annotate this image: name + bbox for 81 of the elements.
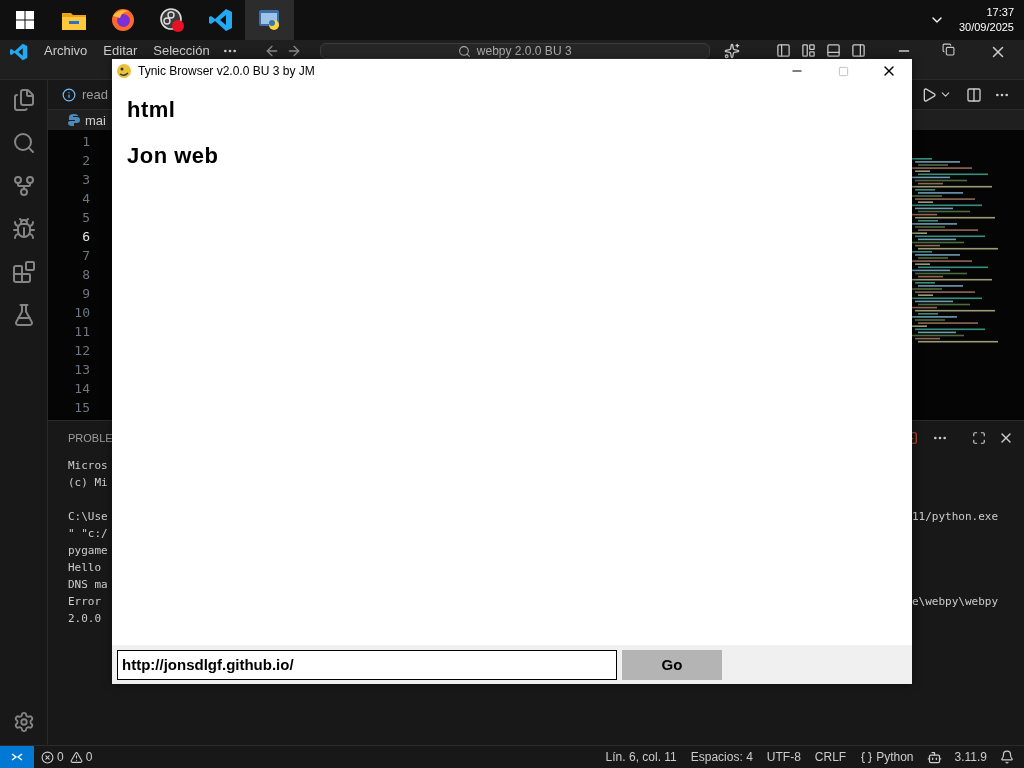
- terminal-line: 11/python.exe: [911, 509, 998, 525]
- search-icon[interactable]: [11, 131, 36, 155]
- copilot-icon[interactable]: [926, 749, 942, 765]
- remote-button[interactable]: [0, 746, 34, 768]
- restore-icon[interactable]: [941, 43, 955, 56]
- line-number: 6: [82, 228, 90, 246]
- debug-icon[interactable]: [11, 217, 36, 241]
- line-number: 4: [82, 190, 90, 208]
- split-editor-icon[interactable]: [966, 86, 982, 103]
- menu-item[interactable]: Selección: [145, 43, 218, 58]
- code-editor-icon: [10, 43, 28, 61]
- line-number: 5: [82, 209, 90, 227]
- source-control-icon[interactable]: [11, 174, 36, 198]
- search-icon: [457, 44, 471, 58]
- error-icon: [41, 750, 54, 764]
- line-number: 1: [82, 133, 90, 151]
- panel-icon[interactable]: [825, 43, 841, 58]
- terminal-line: pygame: [68, 543, 108, 559]
- terminal-line: e\webpy\webpy: [911, 594, 998, 610]
- warning-icon: [69, 750, 83, 764]
- editor-tab[interactable]: read: [48, 80, 109, 109]
- code-editor-icon[interactable]: [208, 8, 233, 32]
- terminal-line: 2.0.0: [68, 611, 102, 627]
- taskbar-app[interactable]: [245, 0, 294, 40]
- files-icon[interactable]: [11, 88, 36, 112]
- page-heading: html: [127, 97, 177, 123]
- snake-app-icon: [116, 63, 132, 79]
- folder-icon[interactable]: [61, 10, 86, 30]
- terminal-line: C:\Use: [68, 509, 108, 525]
- terminal-line: Hello: [68, 560, 102, 576]
- indentation-status[interactable]: Espacios: 4: [683, 750, 760, 764]
- sidebar-icon[interactable]: [800, 43, 816, 58]
- menu-item[interactable]: Editar: [95, 43, 146, 58]
- braces-icon: [860, 750, 874, 764]
- line-number: 15: [74, 399, 90, 417]
- window-title: Tynic Browser v2.0.0 BU 3 by JM: [138, 64, 315, 78]
- info-icon: [62, 87, 76, 102]
- extensions-icon[interactable]: [11, 260, 36, 284]
- cursor-position[interactable]: Lín. 6, col. 11: [598, 750, 684, 764]
- notifications-icon[interactable]: [1000, 750, 1014, 764]
- line-number: 7: [82, 247, 90, 265]
- line-number: 12: [74, 342, 90, 360]
- terminal-line: Error: [68, 594, 102, 610]
- layout-icon[interactable]: [775, 43, 791, 58]
- maximize-icon: [837, 65, 849, 77]
- url-field[interactable]: http://jonsdlgf.github.io/: [117, 649, 617, 680]
- maximize-panel-icon[interactable]: [972, 431, 986, 445]
- interpreter-version[interactable]: 3.11.9: [947, 750, 994, 764]
- line-number: 13: [74, 361, 90, 379]
- problems-status[interactable]: 0 0: [34, 750, 100, 764]
- secondary-sidebar-icon[interactable]: [850, 43, 866, 58]
- language-status[interactable]: Python: [853, 750, 921, 764]
- line-number: 8: [82, 266, 90, 284]
- terminal-line: DNS ma: [68, 577, 108, 593]
- record-app-icon[interactable]: [158, 7, 185, 33]
- line-number: 14: [74, 380, 90, 398]
- command-search-field[interactable]: webpy 2.0.0 BU 3: [319, 43, 710, 59]
- python-app-icon[interactable]: [257, 8, 282, 32]
- windows-logo-icon[interactable]: [15, 11, 34, 29]
- clock-time: 17:37: [986, 5, 1014, 20]
- go-button[interactable]: Go: [622, 649, 722, 680]
- settings-icon[interactable]: [12, 711, 35, 733]
- line-number: 2: [82, 152, 90, 170]
- clock-date: 30/09/2025: [958, 20, 1014, 35]
- browser-globe-icon[interactable]: [110, 8, 135, 32]
- sparkle-icon[interactable]: [723, 43, 740, 59]
- line-number: 9: [82, 285, 90, 303]
- line-number: 3: [82, 171, 90, 189]
- terminal-line: " "c:/: [68, 526, 108, 542]
- panel-tab[interactable]: PROBLE: [68, 432, 113, 444]
- page-heading: Jon web: [127, 143, 220, 169]
- line-number: 11: [74, 323, 90, 341]
- line-ending-status[interactable]: CRLF: [807, 750, 854, 764]
- run-icon[interactable]: [921, 86, 937, 103]
- menu-item[interactable]: Archivo: [36, 43, 96, 58]
- terminal-line: Micros: [68, 458, 108, 474]
- terminal-line: (c) Mi: [68, 475, 108, 491]
- line-number: 10: [74, 304, 90, 322]
- breadcrumb-file[interactable]: mai: [85, 112, 106, 128]
- python-file-icon: [68, 114, 80, 126]
- encoding-status[interactable]: UTF-8: [759, 750, 808, 764]
